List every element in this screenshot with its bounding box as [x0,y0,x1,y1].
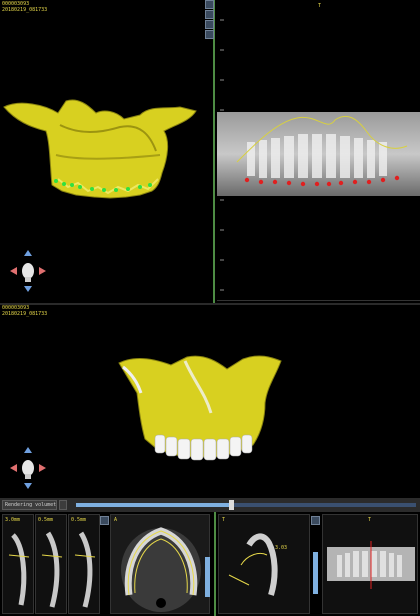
case-info-bottom: 000003093 20180219_081733 [2,305,47,317]
slice-label: 3.0mm [5,517,21,523]
arrow-left-icon [10,267,17,275]
cross-section-1[interactable]: 3.0mm [2,514,34,614]
study-timestamp: 20180219_081733 [2,7,48,13]
arrow-left-icon [10,464,17,472]
sagittal-label: T [222,517,226,523]
panoramic-image [217,112,420,196]
axial-scroll[interactable] [205,557,210,597]
render-slider-thumb[interactable] [229,500,234,510]
slice-label: 0.5mm [71,517,87,523]
toolbar-icon[interactable] [100,516,109,525]
orientation-head-icon [22,460,34,479]
arrow-down-icon [24,483,32,489]
render-slider[interactable] [76,500,416,510]
bottom-panels: 3.0mm 0.5mm 0.5mm A T 3.03 T [0,512,420,616]
panel-divider [214,512,216,616]
toolbar-icon[interactable] [311,516,320,525]
arrow-right-icon [39,464,46,472]
maxilla-rendered-model[interactable] [115,353,285,461]
arrow-up-icon [24,447,32,453]
toolbar-icon[interactable] [205,30,214,39]
case-info: 000003093 20180219_081733 [2,1,47,13]
top-3d-viewport[interactable]: 000003093 20180219_081733 [0,0,213,303]
toolbar-icon[interactable] [205,0,214,9]
control-bar: Rendering volumetrico [0,498,420,512]
render-mode-dropdown[interactable]: Rendering volumetrico [2,500,57,510]
cross-section-3[interactable]: 0.5mm [68,514,100,614]
maxilla-3d-model[interactable] [0,95,213,205]
viewport-toolbar [205,0,215,48]
panoramic-small-view[interactable]: T [322,514,418,614]
measurement-label: 3.03 [275,545,288,551]
arrow-right-icon [39,267,46,275]
arrow-up-icon [24,250,32,256]
bottom-3d-viewport[interactable]: 000003093 20180219_081733 [0,305,420,498]
render-slider-fill [76,503,229,507]
sagittal-view[interactable]: T 3.03 [218,514,310,614]
cross-section-2[interactable]: 0.5mm [35,514,67,614]
pano-label: T [318,3,322,9]
dropdown-arrow-icon[interactable] [59,500,67,510]
toolbar-icon[interactable] [205,20,214,29]
pano-small-label: T [368,517,372,523]
orientation-widget-bottom[interactable] [8,445,48,491]
slice-label: 0.5mm [38,517,54,523]
axial-label: A [114,517,118,523]
axial-view[interactable]: A [110,514,210,614]
sagittal-scroll[interactable] [313,552,318,594]
panoramic-viewport[interactable]: T [215,0,420,303]
orientation-head-icon [22,263,34,282]
orientation-widget[interactable] [8,248,48,294]
pano-baseline [217,300,420,301]
toolbar-icon[interactable] [205,10,214,19]
study-timestamp: 20180219_081733 [2,311,48,317]
arrow-down-icon [24,286,32,292]
